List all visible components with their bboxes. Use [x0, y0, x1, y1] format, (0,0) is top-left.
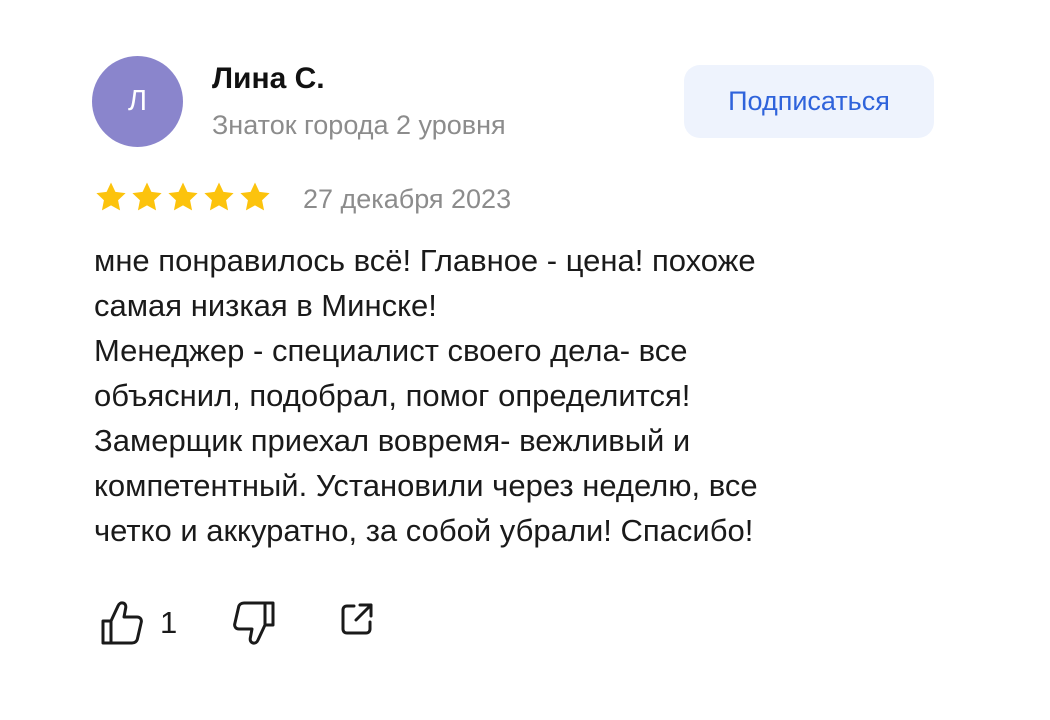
thumbs-up-icon — [101, 601, 143, 645]
subscribe-button[interactable]: Подписаться — [684, 65, 934, 138]
review-text-line: объяснил, подобрал, помог определится! — [94, 378, 691, 413]
review-text-line: четко и аккуратно, за собой убрали! Спас… — [94, 513, 754, 548]
avatar-letter: Л — [127, 85, 148, 117]
star-icon — [168, 182, 198, 211]
rating-stars — [94, 180, 272, 214]
star-icon — [132, 182, 162, 211]
avatar[interactable]: Л — [92, 56, 183, 147]
share-button[interactable] — [338, 600, 376, 638]
star-icon — [240, 182, 270, 211]
review-text-line: Замерщик приехал вовремя- вежливый и — [94, 423, 691, 458]
review-text-line: самая низкая в Минске! — [94, 288, 437, 323]
review-text-line: мне понравилось всё! Главное - цена! пох… — [94, 243, 756, 278]
thumbs-down-icon — [233, 601, 275, 645]
star-icon — [204, 182, 234, 211]
review-card: Л Лина С. Знаток города 2 уровня Подписа… — [0, 0, 1050, 720]
subscribe-button-label: Подписаться — [728, 86, 890, 116]
review-date: 27 декабря 2023 — [303, 184, 512, 214]
review-text: мне понравилось всё! Главное - цена! пох… — [94, 238, 974, 553]
star-icon — [96, 182, 126, 211]
share-icon — [341, 603, 373, 635]
author-name[interactable]: Лина С. — [212, 62, 325, 96]
like-count: 1 — [160, 605, 178, 640]
like-button[interactable]: 1 — [100, 600, 177, 646]
author-level: Знаток города 2 уровня — [212, 110, 506, 140]
dislike-button[interactable] — [232, 600, 276, 646]
review-text-line: компетентный. Установили через неделю, в… — [94, 468, 758, 503]
review-text-line: Менеджер - специалист своего дела- все — [94, 333, 688, 368]
